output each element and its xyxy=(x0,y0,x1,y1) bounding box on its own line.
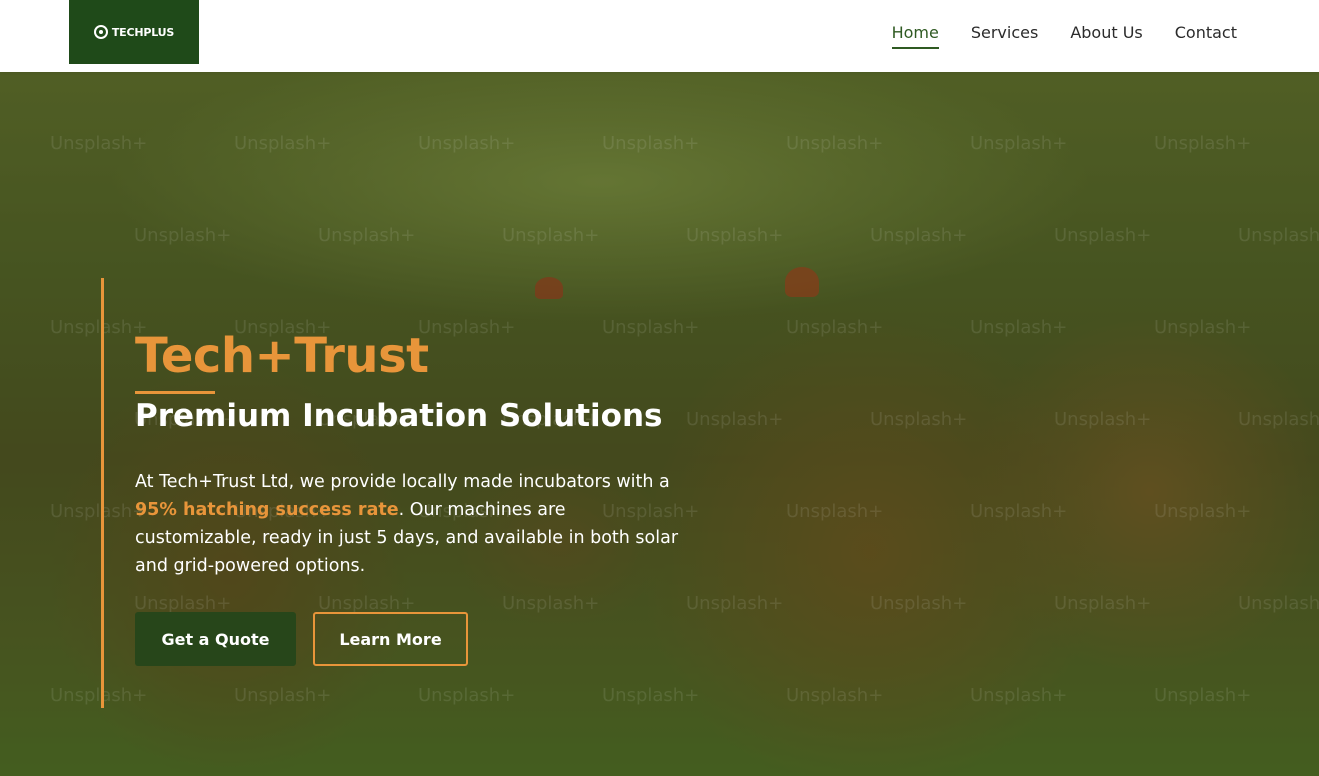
watermark-text: Unsplash+ xyxy=(1154,133,1252,154)
watermark-text: Unsplash+ xyxy=(502,225,600,246)
watermark-text: Unsplash+ xyxy=(50,685,148,706)
accent-line xyxy=(101,278,104,708)
hatching-rate-highlight: 95% hatching success rate xyxy=(135,500,399,520)
logo-icon xyxy=(93,25,108,39)
watermark-text: Unsplash+ xyxy=(686,225,784,246)
desc-text: At Tech+Trust Ltd, we provide locally ma… xyxy=(135,472,670,492)
hero-title: Tech+Trust xyxy=(135,328,429,384)
watermark-text: Unsplash+ xyxy=(786,501,884,522)
watermark-text: Unsplash+ xyxy=(418,133,516,154)
hero-subtitle: Premium Incubation Solutions xyxy=(135,398,663,434)
watermark-text: Unsplash+ xyxy=(970,685,1068,706)
learn-more-button[interactable]: Learn More xyxy=(313,612,468,666)
watermark-text: Unsplash+ xyxy=(786,317,884,338)
watermark-text: Unsplash+ xyxy=(1154,685,1252,706)
watermark-text: Unsplash+ xyxy=(234,685,332,706)
watermark-text: Unsplash+ xyxy=(1054,593,1152,614)
watermark-text: Unsplash+ xyxy=(786,685,884,706)
watermark-text: Unsplash+ xyxy=(50,133,148,154)
watermark-text: Unsplash+ xyxy=(418,685,516,706)
watermark-text: Unsplash+ xyxy=(602,685,700,706)
watermark-text: Unsplash+ xyxy=(970,317,1068,338)
nav-home[interactable]: Home xyxy=(891,19,940,49)
watermark-text: Unsplash+ xyxy=(50,317,148,338)
watermark-text: Unsplash+ xyxy=(1238,593,1319,614)
hero-description: At Tech+Trust Ltd, we provide locally ma… xyxy=(135,468,680,580)
watermark-text: Unsplash+ xyxy=(1154,317,1252,338)
watermark-text: Unsplash+ xyxy=(1238,409,1319,430)
watermark-text: Unsplash+ xyxy=(50,501,148,522)
watermark-text: Unsplash+ xyxy=(686,593,784,614)
watermark-text: Unsplash+ xyxy=(1054,225,1152,246)
watermark-text: Unsplash+ xyxy=(134,225,232,246)
hero-buttons: Get a Quote Learn More xyxy=(135,612,695,666)
watermark-text: Unsplash+ xyxy=(1154,501,1252,522)
watermark-text: Unsplash+ xyxy=(602,133,700,154)
watermark-text: Unsplash+ xyxy=(970,133,1068,154)
hero-section: Unsplash+ Unsplash+ Unsplash+ Unsplash+ Unsp… xyxy=(0,72,1319,776)
nav-services[interactable]: Services xyxy=(971,19,1038,46)
watermark-text: Unsplash+ xyxy=(1238,225,1319,246)
watermark-text: Unsplash+ xyxy=(318,225,416,246)
watermark-text: Unsplash+ xyxy=(870,593,968,614)
watermark-text: Unsplash+ xyxy=(234,133,332,154)
nav-about-us[interactable]: About Us xyxy=(1070,19,1142,46)
watermark-text: Unsplash+ xyxy=(870,225,968,246)
watermark-text: Unsplash+ xyxy=(970,501,1068,522)
nav-contact[interactable]: Contact xyxy=(1175,19,1237,46)
get-quote-button[interactable]: Get a Quote xyxy=(135,612,296,666)
watermark-text: Unsplash+ xyxy=(686,409,784,430)
watermark-text: Unsplash+ xyxy=(1054,409,1152,430)
logo-text: TECHPLUS xyxy=(111,25,175,39)
logo[interactable]: TECHPLUS xyxy=(69,0,199,64)
watermark-text: Unsplash+ xyxy=(786,133,884,154)
site-header: TECHPLUS Home Services About Us Contact xyxy=(0,0,1319,72)
watermark-text: Unsplash+ xyxy=(870,409,968,430)
main-nav: Home Services About Us Contact xyxy=(891,0,1237,64)
hero-content: Tech+Trust Premium Incubation Solutions … xyxy=(135,327,695,666)
